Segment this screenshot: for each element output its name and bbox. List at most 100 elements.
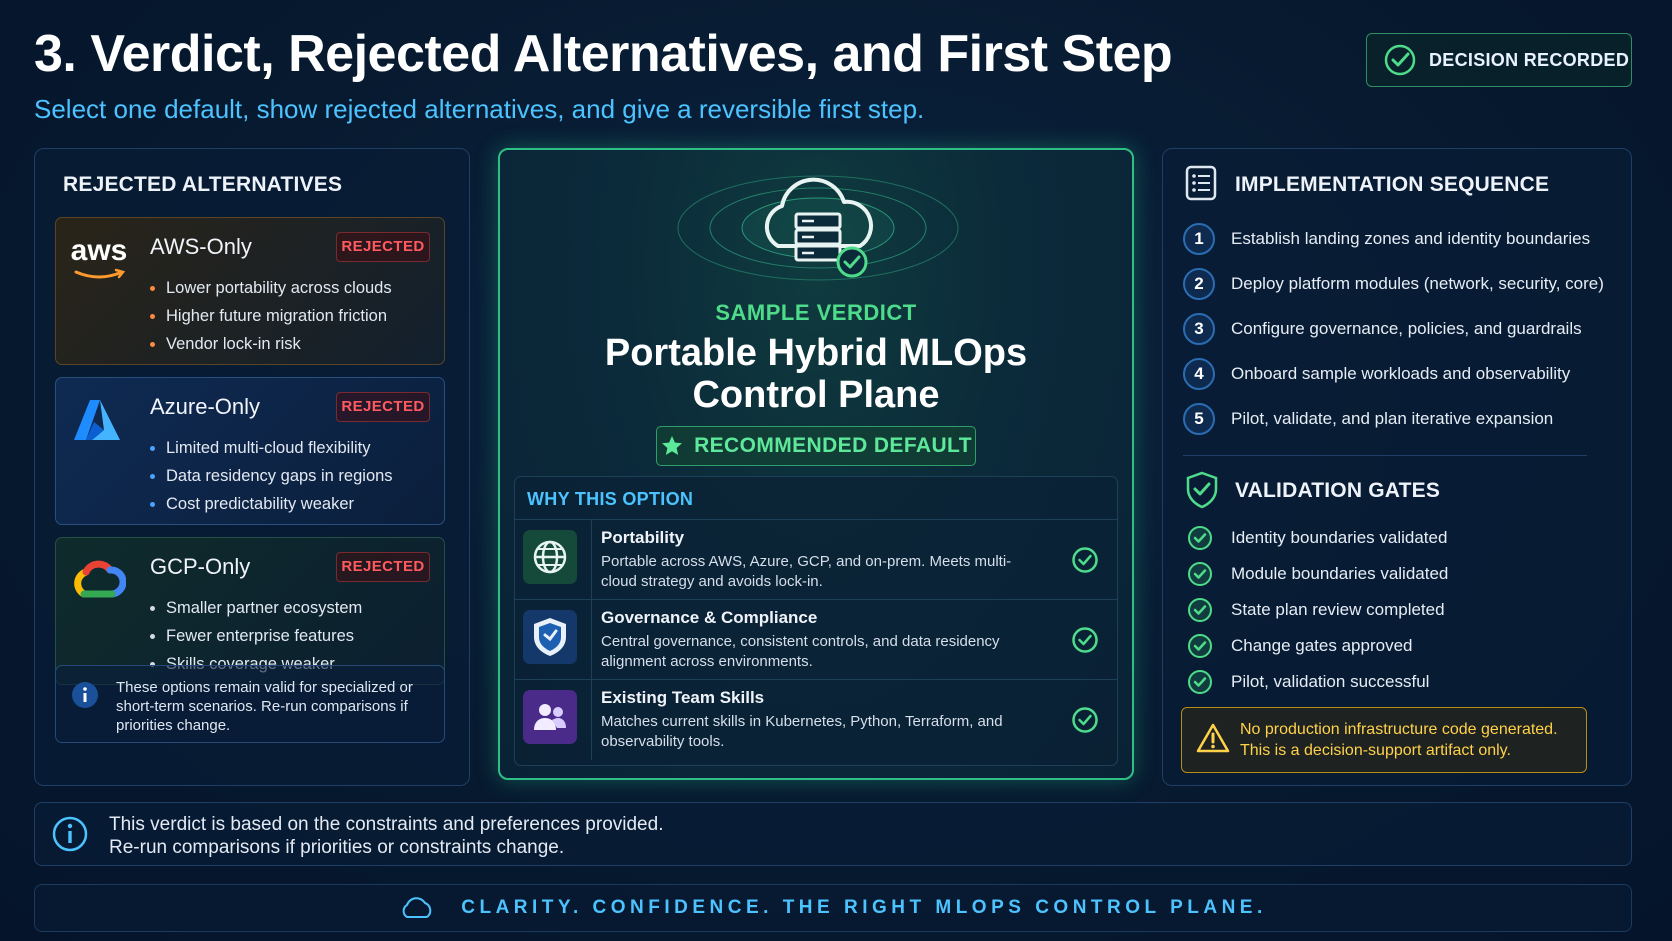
gate-text: Identity boundaries validated <box>1231 528 1448 547</box>
implementation-panel: IMPLEMENTATION SEQUENCE 1 Establish land… <box>1162 148 1632 786</box>
rejected-note: These options remain valid for specializ… <box>55 665 445 743</box>
list-item: Higher future migration friction <box>148 302 392 330</box>
row-separator <box>591 600 592 680</box>
gate-text: State plan review completed <box>1231 600 1445 619</box>
list-item: Data residency gaps in regions <box>148 462 393 490</box>
check-circle-icon <box>1072 547 1098 573</box>
alt-bullets-aws: Lower portability across clouds Higher f… <box>148 274 392 358</box>
warning-line-2: This is a decision-support artifact only… <box>1240 742 1511 759</box>
bottom-info-line-1: This verdict is based on the constraints… <box>109 814 664 835</box>
step-number: 5 <box>1183 403 1215 435</box>
page-title: 3. Verdict, Rejected Alternatives, and F… <box>34 25 1173 83</box>
step-row: 5 Pilot, validate, and plan iterative ex… <box>1183 399 1553 439</box>
list-item: Cost predictability weaker <box>148 490 393 518</box>
check-circle-icon <box>1188 598 1212 622</box>
step-text: Establish landing zones and identity bou… <box>1231 229 1591 248</box>
alt-card-gcp: GCP-Only REJECTED Smaller partner ecosys… <box>55 537 445 685</box>
step-text: Onboard sample workloads and observabili… <box>1231 364 1571 383</box>
gate-row: Identity boundaries validated <box>1187 521 1447 555</box>
reason-name: Governance & Compliance <box>601 608 818 627</box>
list-item: Vendor lock-in risk <box>148 330 392 358</box>
reason-name: Portability <box>601 528 685 547</box>
bottom-info-bar: This verdict is based on the constraints… <box>34 802 1632 866</box>
alt-card-azure: Azure-Only REJECTED Limited multi-cloud … <box>55 377 445 525</box>
warning-text: No production infrastructure code genera… <box>1240 719 1558 761</box>
step-number: 2 <box>1183 268 1215 300</box>
alt-name-gcp: GCP-Only <box>150 554 251 579</box>
implementation-title: IMPLEMENTATION SEQUENCE <box>1235 173 1550 196</box>
cloud-icon <box>402 897 432 918</box>
step-row: 4 Onboard sample workloads and observabi… <box>1183 354 1570 394</box>
verdict-panel: SAMPLE VERDICT Portable Hybrid MLOps Con… <box>498 148 1134 780</box>
step-number: 4 <box>1183 358 1215 390</box>
row-separator <box>591 680 592 760</box>
warning-box: No production infrastructure code genera… <box>1181 707 1587 773</box>
alt-bullets-azure: Limited multi-cloud flexibility Data res… <box>148 434 393 518</box>
globe-icon <box>523 530 577 584</box>
step-text: Configure governance, policies, and guar… <box>1231 319 1582 338</box>
warning-triangle-icon <box>1196 723 1230 753</box>
verdict-title-line-1: Portable Hybrid MLOps <box>604 332 1028 374</box>
azure-logo-icon <box>70 394 128 452</box>
step-row: 3 Configure governance, policies, and gu… <box>1183 309 1582 349</box>
star-icon <box>662 436 683 455</box>
gate-text: Pilot, validation successful <box>1231 672 1430 691</box>
rejected-note-text: These options remain valid for specializ… <box>116 679 413 734</box>
gcp-logo-icon <box>70 554 128 612</box>
reason-name: Existing Team Skills <box>601 688 765 707</box>
check-circle-icon <box>1188 634 1212 658</box>
alt-name-aws: AWS-Only <box>150 234 252 259</box>
alt-card-aws: aws AWS-Only REJECTED Lower portability … <box>55 217 445 365</box>
check-circle-icon <box>1188 670 1212 694</box>
recommended-default-label: RECOMMENDED DEFAULT <box>694 434 972 457</box>
reason-desc: Central governance, consistent controls,… <box>601 633 1000 670</box>
step-number: 1 <box>1183 223 1215 255</box>
list-item: Limited multi-cloud flexibility <box>148 434 393 462</box>
page-subtitle: Select one default, show rejected altern… <box>34 94 925 124</box>
check-badge-icon <box>1384 44 1416 76</box>
rejected-tag: REJECTED <box>336 392 430 422</box>
decision-recorded-label: DECISION RECORDED <box>1429 49 1630 70</box>
rejected-tag: REJECTED <box>336 232 430 262</box>
verdict-title: Portable Hybrid MLOps Control Plane <box>500 332 1132 416</box>
list-item: Fewer enterprise features <box>148 622 362 650</box>
check-circle-icon <box>1072 707 1098 733</box>
gate-text: Module boundaries validated <box>1231 564 1449 583</box>
gate-row: Pilot, validation successful <box>1187 665 1429 699</box>
recommended-default-badge: RECOMMENDED DEFAULT <box>656 426 976 466</box>
gate-row: Change gates approved <box>1187 629 1412 663</box>
step-row: 2 Deploy platform modules (network, secu… <box>1183 264 1604 304</box>
bottom-info-line-2: Re-run comparisons if priorities or cons… <box>109 837 565 858</box>
checklist-icon <box>1185 165 1217 201</box>
tagline-bar: CLARITY. CONFIDENCE. THE RIGHT MLOPS CON… <box>34 884 1632 932</box>
shield-check-icon <box>1186 471 1218 509</box>
section-divider <box>1183 455 1587 456</box>
rejected-tag: REJECTED <box>336 552 430 582</box>
tagline-text: CLARITY. CONFIDENCE. THE RIGHT MLOPS CON… <box>461 897 1267 918</box>
row-separator <box>591 520 592 600</box>
info-icon <box>52 816 88 852</box>
reason-row-portability: Portability Portable across AWS, Azure, … <box>515 519 1117 600</box>
rejected-panel-title: REJECTED ALTERNATIVES <box>63 173 343 196</box>
sample-verdict-label: SAMPLE VERDICT <box>715 300 917 325</box>
reason-row-skills: Existing Team Skills Matches current ski… <box>515 679 1117 760</box>
rejected-alternatives-panel: REJECTED ALTERNATIVES aws AWS-Only REJEC… <box>34 148 470 786</box>
team-icon <box>523 690 577 744</box>
aws-logo-text: aws <box>70 234 128 267</box>
gate-row: Module boundaries validated <box>1187 557 1448 591</box>
why-title: WHY THIS OPTION <box>527 489 694 509</box>
aws-logo-icon: aws <box>70 234 128 292</box>
check-circle-icon <box>1188 526 1212 550</box>
warning-line-1: No production infrastructure code genera… <box>1240 721 1558 738</box>
check-circle-icon <box>1188 562 1212 586</box>
list-item: Smaller partner ecosystem <box>148 594 362 622</box>
reason-desc: Portable across AWS, Azure, GCP, and on-… <box>601 553 1012 590</box>
alt-name-azure: Azure-Only <box>150 394 261 419</box>
bottom-info-text: This verdict is based on the constraints… <box>109 813 663 859</box>
step-row: 1 Establish landing zones and identity b… <box>1183 219 1590 259</box>
list-item: Lower portability across clouds <box>148 274 392 302</box>
info-icon <box>72 682 98 708</box>
step-text: Pilot, validate, and plan iterative expa… <box>1231 409 1554 428</box>
reason-desc: Matches current skills in Kubernetes, Py… <box>601 713 1003 750</box>
why-this-option-box: WHY THIS OPTION Portability Portable acr… <box>514 476 1118 766</box>
